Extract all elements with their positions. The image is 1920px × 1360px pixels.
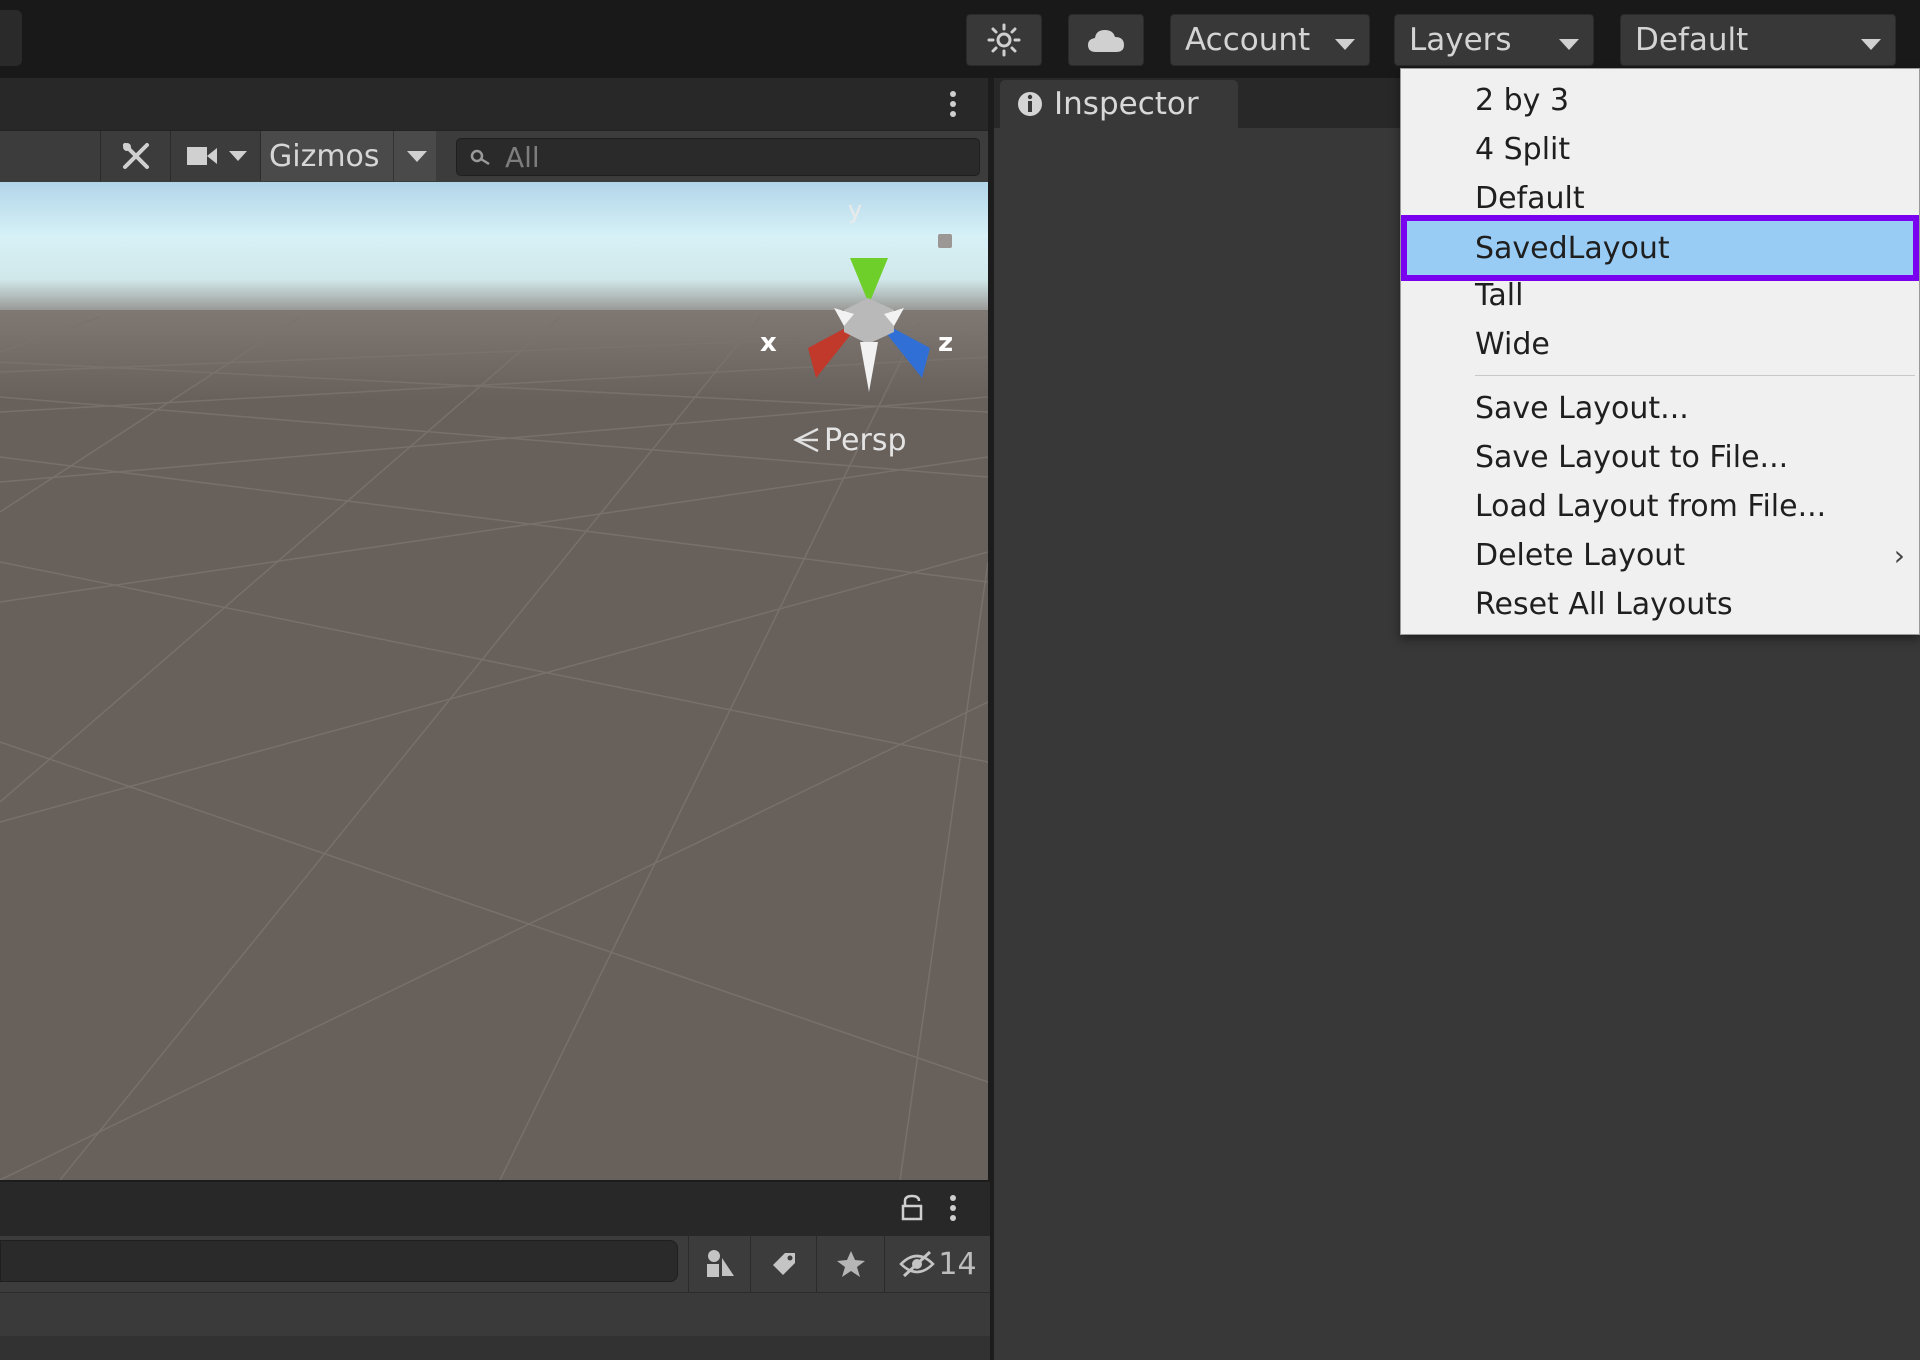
chevron-down-icon [407,151,427,162]
account-label: Account [1185,22,1311,58]
divider [393,131,394,181]
menu-item-2-by-3[interactable]: 2 by 3 [1401,76,1919,125]
menu-item-label: Load Layout from File... [1475,489,1827,524]
project-tab-bar [0,1180,990,1236]
menu-item-tall[interactable]: Tall [1401,271,1919,320]
menu-item-label: Wide [1475,327,1550,362]
layers-dropdown[interactable]: Layers [1394,14,1594,66]
menu-item-label: Delete Layout [1475,538,1686,573]
account-dropdown[interactable]: Account [1170,14,1370,66]
sun-gear-icon [987,23,1021,57]
chevron-down-icon [1559,39,1579,50]
hidden-packages-toggle[interactable]: 14 [884,1236,990,1292]
y-axis-label: y [848,196,863,224]
menu-item-reset-all-layouts[interactable]: Reset All Layouts [1401,580,1919,629]
hidden-count: 14 [938,1246,977,1282]
menu-item-4-split[interactable]: 4 Split [1401,125,1919,174]
cloud-icon [1088,30,1124,52]
project-footer [0,1336,990,1360]
camera-settings-button[interactable] [170,131,260,181]
scene-search-input[interactable]: All [456,138,980,176]
menu-separator [1475,375,1915,376]
menu-item-label: Tall [1475,278,1524,313]
project-content [0,1292,990,1336]
projection-toggle[interactable]: Persp [792,420,907,460]
search-by-label-button[interactable] [750,1236,816,1292]
favorites-button[interactable] [816,1236,884,1292]
menu-item-label: 4 Split [1475,132,1571,167]
tag-icon [772,1253,795,1275]
toolbar-left-edge [0,10,22,66]
perspective-icon [793,427,819,453]
menu-item-label: Default [1475,181,1585,216]
x-axis-label: x [760,328,777,358]
gizmo-center-cube [844,298,894,344]
menu-item-label: Reset All Layouts [1475,587,1733,622]
chevron-right-icon: › [1893,539,1905,572]
layout-label: Default [1635,22,1749,58]
search-icon [470,149,490,166]
panel-menu-icon[interactable] [948,88,958,122]
y-axis-cone [850,258,888,304]
cloud-button[interactable] [1068,14,1144,66]
panel-menu-icon[interactable] [948,1192,958,1226]
menu-item-save-layout-to-file[interactable]: Save Layout to File... [1401,433,1919,482]
lock-icon[interactable] [900,1194,924,1222]
gizmos-button[interactable]: Gizmos [260,131,436,181]
menu-item-label: Save Layout... [1475,391,1689,426]
chevron-down-icon [1335,39,1355,50]
menu-item-label: SavedLayout [1475,230,1670,266]
menu-item-delete-layout[interactable]: Delete Layout › [1401,531,1919,580]
main-toolbar: Account Layers Default [0,0,1920,78]
layout-menu: 2 by 3 4 Split Default SavedLayout Tall … [1400,68,1920,635]
chevron-down-icon [1861,39,1881,50]
search-by-type-button[interactable] [688,1236,750,1292]
projection-label: Persp [824,422,907,458]
eye-slash-icon [899,1250,936,1278]
menu-item-label: 2 by 3 [1475,83,1570,118]
gizmos-label: Gizmos [269,138,380,174]
chevron-down-icon [229,151,247,161]
type-filter-icon [706,1250,734,1277]
search-placeholder: All [505,141,540,174]
tools-button[interactable] [100,131,170,181]
scene-toolbar: Gizmos All [0,130,990,182]
services-button[interactable] [966,14,1042,66]
tab-inspector[interactable]: Inspector [1000,80,1238,128]
project-search-input[interactable] [0,1240,678,1282]
layout-dropdown[interactable]: Default [1620,14,1896,66]
menu-item-wide[interactable]: Wide [1401,320,1919,369]
star-icon [836,1251,865,1277]
tools-icon [122,143,149,169]
menu-item-load-layout-from-file[interactable]: Load Layout from File... [1401,482,1919,531]
info-icon [1018,92,1042,116]
layers-label: Layers [1409,22,1512,58]
menu-item-save-layout[interactable]: Save Layout... [1401,384,1919,433]
scene-view[interactable]: y x z Persp [0,182,988,1180]
scene-toolbar-left [0,131,100,181]
inspector-tab-label: Inspector [1054,86,1199,122]
scene-tab-bar [0,78,990,130]
orientation-gizmo[interactable]: y x z [744,196,974,432]
camera-icon [187,147,217,165]
menu-item-label: Save Layout to File... [1475,440,1789,475]
lock-icon [938,234,952,248]
z-axis-label: z [938,328,954,358]
